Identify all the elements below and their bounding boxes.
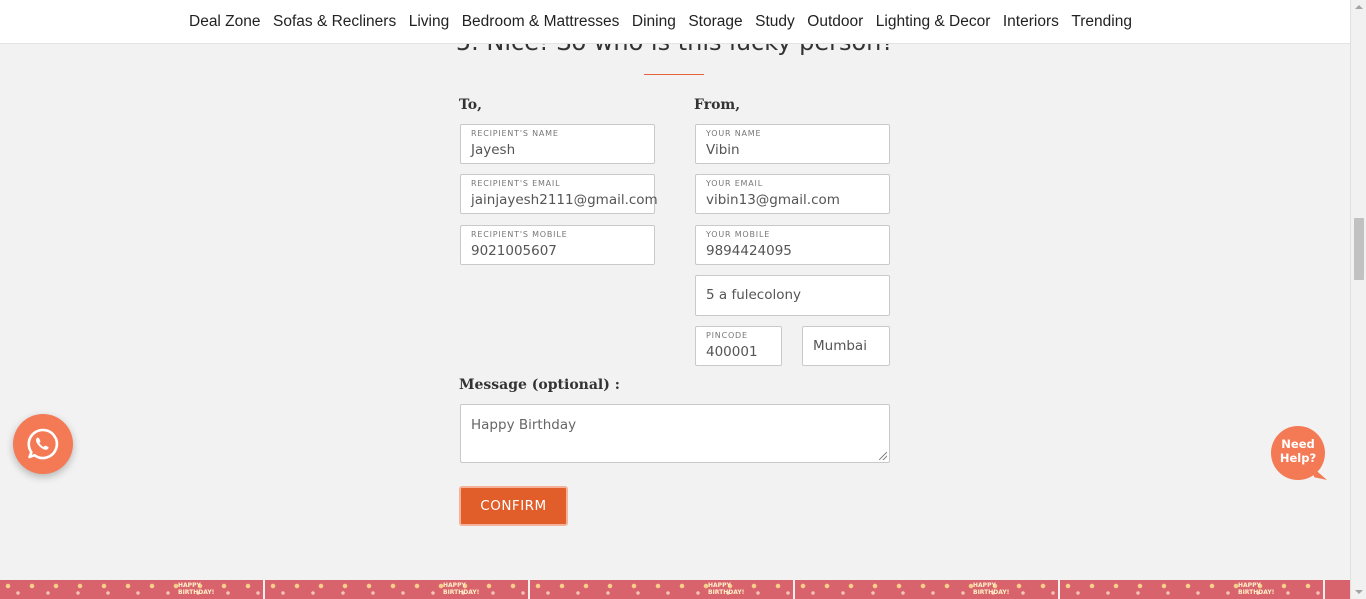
sender-address-field[interactable]: 5 a fulecolony [695,275,890,316]
scroll-up-arrow-icon[interactable] [1355,5,1363,9]
sender-mobile-field[interactable]: Your Mobile 9894424095 [695,225,890,265]
from-label: From, [694,97,741,113]
page-scrollbar[interactable] [1350,0,1366,599]
recipient-name-field[interactable]: Recipient's Name Jayesh [460,124,655,164]
banner-text: HAPPY BIRTHDAY! [443,582,480,596]
heading-underline [644,74,704,75]
confirm-button[interactable]: CONFIRM [459,486,568,526]
recipient-email-value: jainjayesh2111@gmail.com [471,192,658,208]
whatsapp-icon [27,428,59,460]
birthday-banner: HAPPY BIRTHDAY! HAPPY BIRTHDAY! HAPPY BIRTH… [0,580,1350,599]
nav-item-bedroom-mattresses[interactable]: Bedroom & Mattresses [462,13,620,31]
banner-tile: HAPPY BIRTHDAY! [530,580,793,599]
nav-item-outdoor[interactable]: Outdoor [807,13,863,31]
scrollbar-thumb[interactable] [1354,218,1364,280]
nav-item-living[interactable]: Living [409,13,450,31]
message-label: Message (optional) : [459,377,620,393]
banner-tile: HAPPY BIRTHDAY! [795,580,1058,599]
pincode-value: 400001 [706,344,758,360]
top-navigation: Deal Zone Sofas & Recliners Living Bedro… [0,0,1350,44]
banner-tile: HAPPY BIRTHDAY! [1060,580,1323,599]
nav-item-trending[interactable]: Trending [1071,13,1132,31]
pincode-label: Pincode [706,331,748,340]
city-value: Mumbai [813,338,867,354]
sender-name-label: Your Name [706,129,762,138]
message-textarea[interactable]: Happy Birthday [460,404,890,463]
banner-tile: HAPPY BIRTHDAY! [265,580,528,599]
scroll-down-arrow-icon[interactable] [1355,590,1363,594]
sender-email-label: Your Email [706,179,763,188]
recipient-name-value: Jayesh [471,142,516,158]
banner-text: HAPPY BIRTHDAY! [708,582,745,596]
nav-item-storage[interactable]: Storage [688,13,742,31]
sender-email-field[interactable]: Your Email vibin13@gmail.com [695,174,890,214]
message-value: Happy Birthday [471,417,577,433]
city-field[interactable]: Mumbai [802,326,890,366]
recipient-email-label: Recipient's Email [471,179,561,188]
banner-text: HAPPY BIRTHDAY! [178,582,215,596]
need-help-button[interactable]: Need Help? [1271,426,1327,480]
recipient-mobile-value: 9021005607 [471,243,557,259]
need-help-label: Need Help? [1271,437,1325,465]
nav-item-lighting-decor[interactable]: Lighting & Decor [876,13,991,31]
recipient-name-label: Recipient's Name [471,129,559,138]
nav-item-study[interactable]: Study [755,13,795,31]
banner-tile: HAPPY BIRTHDAY! [0,580,263,599]
nav-item-interiors[interactable]: Interiors [1003,13,1059,31]
nav-item-deal-zone[interactable]: Deal Zone [189,13,261,31]
sender-email-value: vibin13@gmail.com [706,192,840,208]
recipient-mobile-label: Recipient's Mobile [471,230,568,239]
sender-address-value: 5 a fulecolony [706,287,802,303]
nav-item-dining[interactable]: Dining [632,13,676,31]
resize-grip-icon[interactable] [879,452,887,460]
pincode-field[interactable]: Pincode 400001 [695,326,782,366]
whatsapp-button[interactable] [13,414,73,474]
need-help-text: Need Help? [1279,437,1317,465]
sender-name-value: Vibin [706,142,740,158]
sender-mobile-label: Your Mobile [706,230,771,239]
sender-mobile-value: 9894424095 [706,243,792,259]
nav-menu: Deal Zone Sofas & Recliners Living Bedro… [189,0,1144,44]
sender-name-field[interactable]: Your Name Vibin [695,124,890,164]
to-label: To, [459,97,483,113]
banner-text: HAPPY BIRTHDAY! [1238,582,1275,596]
recipient-email-field[interactable]: Recipient's Email jainjayesh2111@gmail.c… [460,174,658,214]
nav-item-sofas-recliners[interactable]: Sofas & Recliners [273,13,396,31]
recipient-mobile-field[interactable]: Recipient's Mobile 9021005607 [460,225,655,265]
banner-text: HAPPY BIRTHDAY! [973,582,1010,596]
